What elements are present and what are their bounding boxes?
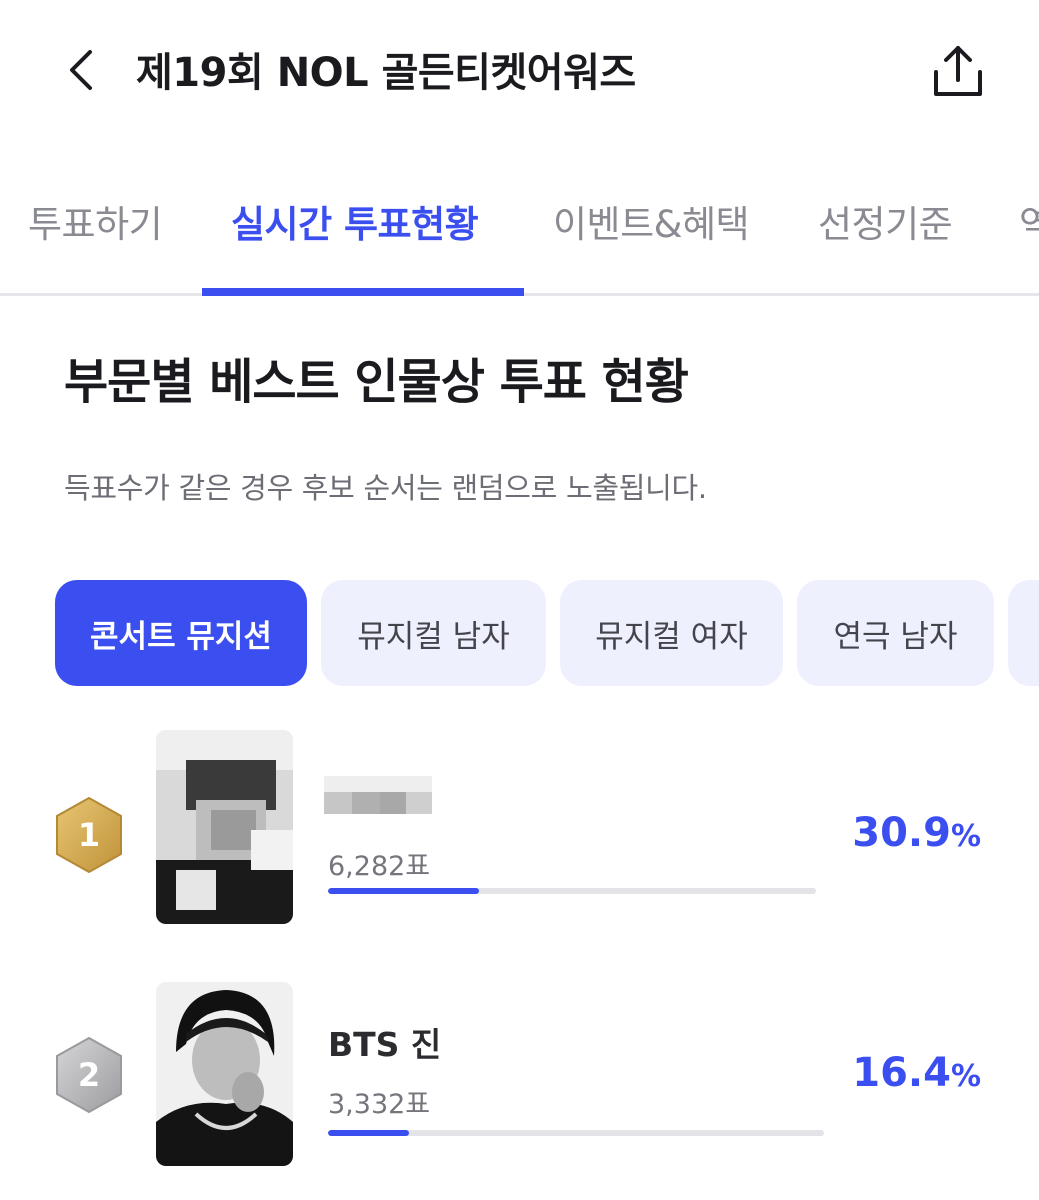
category-chip-musical-female[interactable]: 뮤지컬 여자: [560, 580, 783, 686]
back-button[interactable]: [56, 44, 108, 96]
vote-status-page: 제19회 NOL 골든티켓어워즈 투표하기 실시간 투표현황 이벤트&혜택 선정…: [0, 0, 1039, 1200]
candidate-photo: [156, 982, 293, 1166]
percentage-unit: %: [950, 1059, 981, 1094]
chevron-left-icon: [70, 50, 92, 90]
candidate-photo-blurred: [156, 730, 293, 924]
percentage-value: 30.9: [852, 810, 951, 856]
silver-medal-icon: 2: [54, 1036, 124, 1114]
tab-event-benefit[interactable]: 이벤트&혜택: [553, 194, 750, 248]
tab-live-status[interactable]: 실시간 투표현황: [231, 194, 479, 248]
share-button[interactable]: [928, 42, 988, 102]
ranking-row-2[interactable]: 2 BTS 진 3,332표 16.4%: [0, 980, 1039, 1200]
candidate-name-blurred: [324, 770, 434, 830]
active-tab-indicator: [202, 288, 524, 296]
page-title: 제19회 NOL 골든티켓어워즈: [136, 50, 636, 96]
percentage-value: 16.4: [852, 1050, 951, 1096]
vote-count: 3,332표: [328, 1089, 431, 1120]
section-title: 부문별 베스트 인물상 투표 현황: [64, 354, 689, 410]
share-icon: [934, 46, 982, 96]
category-chip-play-male[interactable]: 연극 남자: [797, 580, 994, 686]
vote-percentage: 30.9%: [852, 810, 981, 856]
ranking-row-1[interactable]: 1 6,282표 30.9%: [0, 720, 1039, 940]
rank-number: 2: [77, 1056, 101, 1094]
tab-bar: 투표하기 실시간 투표현황 이벤트&혜택 선정기준 역: [0, 180, 1039, 296]
app-header: 제19회 NOL 골든티켓어워즈: [0, 0, 1039, 140]
vote-progress-fill: [328, 1130, 410, 1136]
gold-medal-icon: 1: [54, 796, 124, 874]
category-chip-concert-musician[interactable]: 콘서트 뮤지션: [55, 580, 307, 686]
tab-vote[interactable]: 투표하기: [28, 194, 163, 248]
vote-count: 6,282표: [328, 851, 431, 882]
category-chip-overflow[interactable]: [1008, 580, 1039, 686]
category-chip-musical-male[interactable]: 뮤지컬 남자: [321, 580, 546, 686]
vote-progress-bar: [328, 1130, 824, 1136]
vote-percentage: 16.4%: [852, 1050, 981, 1096]
candidate-name: BTS 진: [328, 1025, 442, 1064]
tab-criteria[interactable]: 선정기준: [818, 194, 953, 248]
tab-overflow[interactable]: 역: [1019, 194, 1039, 248]
vote-progress-fill: [328, 888, 479, 894]
section-note: 득표수가 같은 경우 후보 순서는 랜덤으로 노출됩니다.: [64, 471, 707, 505]
rank-number: 1: [77, 816, 101, 854]
percentage-unit: %: [950, 819, 981, 854]
vote-progress-bar: [328, 888, 816, 894]
